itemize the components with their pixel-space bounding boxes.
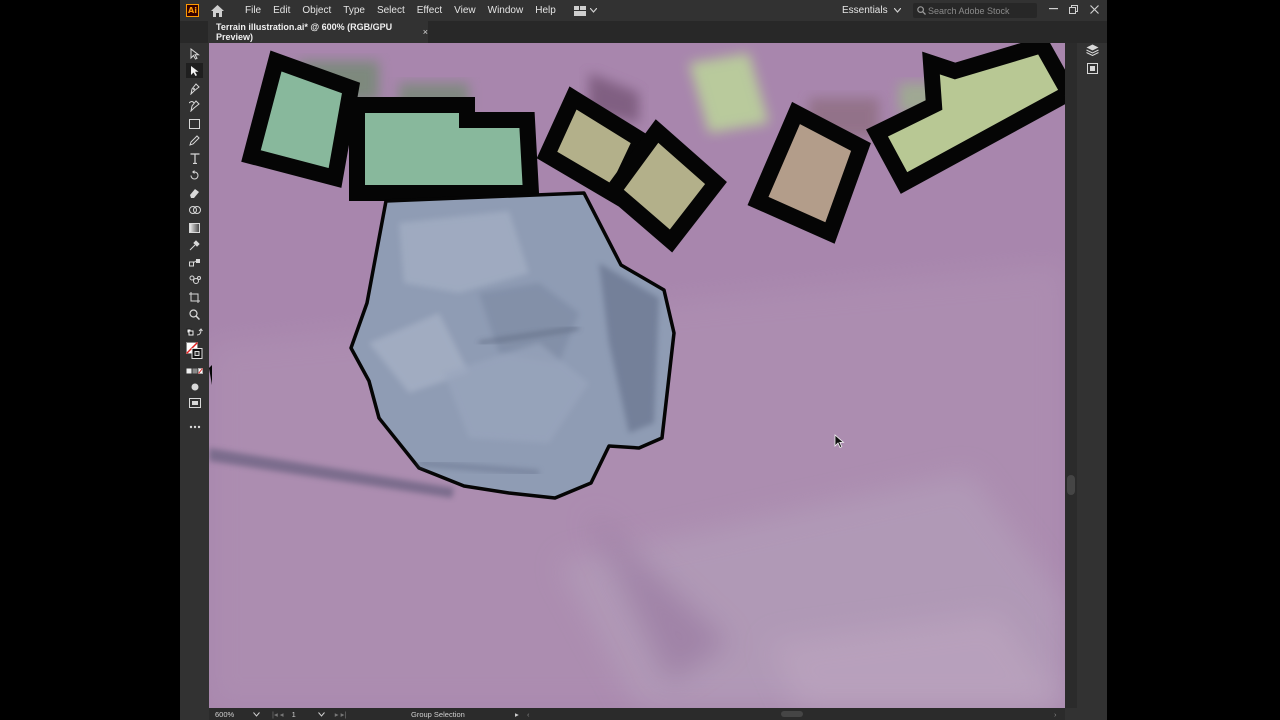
zoom-level[interactable]: 600% — [215, 710, 243, 719]
vertical-scrollbar[interactable] — [1065, 43, 1077, 708]
shape-builder-icon[interactable] — [186, 203, 203, 218]
scroll-left-icon[interactable]: ‹ — [527, 710, 530, 719]
home-icon[interactable] — [209, 3, 225, 19]
close-window-button[interactable] — [1085, 0, 1103, 18]
chevron-down-icon[interactable] — [253, 711, 260, 717]
document-tab-title: Terrain illustration.ai* @ 600% (RGB/GPU… — [216, 22, 393, 42]
zoom-icon[interactable] — [186, 307, 203, 322]
edit-toolbar-icon[interactable] — [186, 419, 203, 434]
close-icon — [1089, 4, 1099, 14]
artboard-canvas[interactable] — [209, 43, 1065, 708]
app-logo: Ai — [186, 4, 199, 17]
eraser-icon[interactable] — [186, 185, 203, 200]
chevron-down-icon — [589, 8, 597, 13]
layout-grid-icon — [573, 5, 586, 16]
stock-search-input[interactable] — [928, 5, 1033, 16]
next-artboard-icon[interactable]: ▸ ▸| — [335, 710, 347, 719]
menu-edit[interactable]: Edit — [267, 0, 296, 21]
menu-object[interactable]: Object — [296, 0, 337, 21]
search-icon — [917, 6, 926, 15]
artboard-number[interactable]: 1 — [292, 710, 296, 719]
artboard-icon[interactable] — [186, 290, 203, 305]
layers-icon[interactable] — [1084, 43, 1100, 57]
illustrator-window: Ai File Edit Object Type Select Effect V… — [180, 0, 1107, 720]
workspace-label: Essentials — [842, 5, 888, 16]
fill-stroke-swatch[interactable] — [186, 341, 203, 361]
document-tab-bar: Terrain illustration.ai* @ 600% (RGB/GPU… — [180, 21, 1107, 43]
pencil-icon[interactable] — [186, 133, 203, 148]
status-bar: 600% |◂ ◂ 1 ▸ ▸| Group Selection ▸ ‹ › — [209, 708, 1065, 720]
restore-button[interactable] — [1064, 0, 1082, 18]
horizontal-scroll-thumb[interactable] — [781, 711, 803, 717]
color-mode-icon[interactable] — [186, 366, 203, 376]
scroll-right-icon[interactable]: › — [1054, 710, 1057, 719]
vertical-scroll-thumb[interactable] — [1067, 475, 1075, 495]
menu-file[interactable]: File — [239, 0, 267, 21]
blend-icon[interactable] — [186, 255, 203, 270]
tools-panel — [180, 43, 209, 708]
menu-bar: Ai File Edit Object Type Select Effect V… — [180, 0, 1107, 21]
tan-tile — [747, 101, 871, 244]
drawing-mode-icon[interactable] — [186, 379, 203, 394]
green-tile-left — [241, 50, 361, 188]
menu-effect[interactable]: Effect — [411, 0, 448, 21]
restore-icon — [1068, 4, 1078, 14]
screen-mode-icon[interactable] — [186, 395, 203, 410]
close-tab-icon[interactable]: × — [423, 27, 428, 37]
rectangle-icon[interactable] — [186, 116, 203, 131]
menu-help[interactable]: Help — [529, 0, 562, 21]
menu-type[interactable]: Type — [337, 0, 371, 21]
gradient-icon[interactable] — [186, 220, 203, 235]
menu-view[interactable]: View — [448, 0, 482, 21]
menu-select[interactable]: Select — [371, 0, 411, 21]
first-artboard-icon[interactable]: |◂ ◂ — [272, 710, 284, 719]
menu-items: File Edit Object Type Select Effect View… — [239, 0, 562, 21]
lime-tile-right — [866, 43, 1065, 194]
libraries-icon[interactable] — [1084, 61, 1100, 75]
chevron-down-icon[interactable] — [317, 711, 325, 717]
arrange-documents-button[interactable] — [573, 5, 597, 16]
collapsed-panels-dock — [1077, 43, 1107, 720]
stock-search[interactable] — [913, 3, 1037, 18]
curvature-icon[interactable] — [186, 98, 203, 113]
menu-window[interactable]: Window — [482, 0, 530, 21]
pen-icon[interactable] — [186, 81, 203, 96]
status-text: Group Selection — [411, 709, 465, 719]
symbol-sprayer-icon[interactable] — [186, 272, 203, 287]
chevron-down-icon — [893, 8, 901, 13]
eyedropper-icon[interactable] — [186, 238, 203, 253]
direct-selection-icon[interactable] — [186, 63, 203, 78]
rotate-icon[interactable] — [186, 168, 203, 183]
selection-icon[interactable] — [186, 46, 203, 61]
document-tab[interactable]: Terrain illustration.ai* @ 600% (RGB/GPU… — [208, 21, 428, 43]
minimize-icon — [1048, 8, 1058, 10]
status-menu-arrow-icon[interactable]: ▸ — [515, 710, 519, 719]
type-icon[interactable] — [186, 151, 203, 166]
default-colors-icon[interactable] — [186, 327, 203, 337]
minimize-button[interactable] — [1044, 0, 1062, 18]
workspace-switcher[interactable]: Essentials — [842, 0, 901, 21]
green-tile-wide — [349, 97, 540, 201]
